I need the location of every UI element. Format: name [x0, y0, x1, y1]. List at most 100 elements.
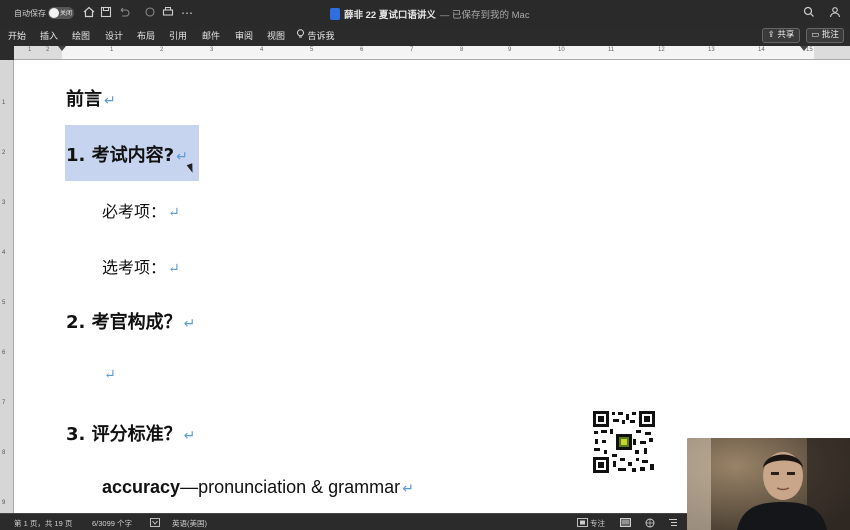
- horizontal-ruler[interactable]: 1 2 1 2 3 4 5 6 7 8 9 10 11 12 13 14 15: [14, 46, 850, 60]
- ruler-number: 3: [210, 47, 214, 53]
- ruler-number: 10: [558, 47, 565, 53]
- home-icon[interactable]: [82, 6, 96, 20]
- tab-mailings[interactable]: 邮件: [202, 29, 220, 42]
- paragraph-mark: ↵: [183, 316, 196, 332]
- required-item-text: 必考项：: [102, 202, 167, 221]
- word-doc-icon: [330, 8, 340, 20]
- vruler-number: 9: [2, 500, 6, 506]
- tab-view[interactable]: 视图: [267, 29, 285, 42]
- vruler-number: 2: [2, 150, 6, 156]
- document-title: 薛非 22 夏试口语讲义 — 已保存到我的 Mac: [330, 7, 530, 21]
- paragraph-mark: ↵: [104, 367, 116, 383]
- outline-view-icon[interactable]: [668, 518, 678, 529]
- title-bar: 自动保存 关闭 ⋯ 薛非 22 夏试口语讲义 — 已保存到我的 Mac: [0, 0, 850, 26]
- doc-name: 薛非 22 夏试口语讲义: [344, 10, 436, 21]
- section-3-text: 3. 评分标准？: [66, 424, 182, 445]
- tab-home[interactable]: 开始: [8, 29, 26, 42]
- vruler-number: 7: [2, 400, 6, 406]
- print-layout-icon[interactable]: [620, 518, 631, 529]
- first-line-indent-marker[interactable]: [58, 46, 66, 51]
- accuracy-term: accuracy: [102, 477, 181, 497]
- autosave-toggle[interactable]: 关闭: [48, 7, 74, 19]
- comment-label: 批注: [821, 30, 839, 40]
- section-2-heading[interactable]: 2. 考官构成？ ↵: [66, 308, 195, 334]
- section-2-text: 2. 考官构成？: [66, 312, 182, 333]
- focus-icon[interactable]: [577, 518, 588, 529]
- share-label: 共享: [777, 30, 795, 40]
- language-indicator[interactable]: 英语(美国): [172, 518, 207, 529]
- ruler-number: 2: [46, 47, 50, 53]
- share-icon: ⇪: [767, 30, 775, 40]
- more-icon[interactable]: ⋯: [180, 6, 194, 20]
- paragraph-mark: ↵: [176, 149, 188, 165]
- tab-review[interactable]: 审阅: [235, 29, 253, 42]
- section-1-text: 1. 考试内容?: [66, 145, 175, 166]
- doc-title[interactable]: 前言 ↵: [66, 85, 116, 111]
- ruler-number: 2: [160, 47, 164, 53]
- ruler-number: 6: [360, 47, 364, 53]
- lightbulb-icon: [296, 29, 308, 41]
- required-item[interactable]: 必考项： ↵: [102, 198, 180, 222]
- ribbon-tabs: 开始 插入 绘图 设计 布局 引用 邮件 审阅 视图 告诉我: [0, 26, 850, 46]
- page-info[interactable]: 第 1 页，共 19 页: [14, 518, 72, 529]
- vruler-number: 8: [2, 450, 6, 456]
- ruler-number: 9: [508, 47, 512, 53]
- paragraph-mark: ↵: [402, 480, 414, 496]
- vertical-ruler: 1 2 3 4 5 6 7 8 9: [0, 60, 14, 513]
- search-icon[interactable]: [802, 6, 816, 20]
- accuracy-line[interactable]: accuracy—pronunciation & grammar ↵: [102, 477, 414, 498]
- redo-icon[interactable]: [143, 6, 157, 20]
- tell-me[interactable]: 告诉我: [296, 29, 335, 42]
- ruler-number: 4: [260, 47, 264, 53]
- saved-status: — 已保存到我的 Mac: [439, 10, 530, 21]
- proofing-icon[interactable]: [150, 518, 160, 529]
- tab-references[interactable]: 引用: [169, 29, 187, 42]
- vruler-number: 1: [2, 100, 6, 106]
- paragraph-mark: ↵: [183, 428, 196, 444]
- ruler-number: 12: [658, 47, 665, 53]
- save-icon[interactable]: [99, 6, 113, 20]
- section-3-heading[interactable]: 3. 评分标准？ ↵: [66, 420, 195, 446]
- ruler-number: 5: [310, 47, 314, 53]
- ruler-number: 1: [110, 47, 114, 53]
- paragraph-mark: ↵: [168, 261, 180, 277]
- vruler-number: 3: [2, 200, 6, 206]
- accuracy-description: —pronunciation & grammar: [180, 477, 401, 497]
- ruler-number: 15: [806, 47, 813, 53]
- ruler-number: 13: [708, 47, 715, 53]
- comment-button[interactable]: ▭ 批注: [806, 28, 844, 43]
- section-1-heading[interactable]: 1. 考试内容? ↵: [66, 141, 188, 167]
- tab-draw[interactable]: 绘图: [72, 29, 90, 42]
- vruler-number: 5: [2, 300, 6, 306]
- account-icon[interactable]: [828, 6, 842, 20]
- tab-insert[interactable]: 插入: [40, 29, 58, 42]
- toggle-knob: [49, 8, 59, 18]
- autosave-label: 自动保存: [14, 9, 46, 18]
- doc-title-text: 前言: [66, 89, 102, 110]
- print-icon[interactable]: [161, 6, 175, 20]
- ruler-number: 8: [460, 47, 464, 53]
- ruler-number: 11: [608, 47, 615, 53]
- focus-mode-button[interactable]: 专注: [590, 518, 605, 529]
- empty-paragraph[interactable]: ↵: [102, 364, 116, 383]
- paragraph-mark: ↵: [104, 93, 116, 109]
- optional-item-text: 选考项：: [102, 258, 167, 277]
- vruler-number: 6: [2, 350, 6, 356]
- share-button[interactable]: ⇪ 共享: [762, 28, 800, 43]
- tell-me-label: 告诉我: [307, 31, 335, 41]
- word-count[interactable]: 6/3099 个字: [92, 518, 132, 529]
- autosave-state: 关闭: [60, 10, 73, 17]
- vruler-number: 4: [2, 250, 6, 256]
- ruler-active-area: [62, 46, 814, 59]
- ruler-number: 14: [758, 47, 765, 53]
- tab-layout[interactable]: 布局: [137, 29, 155, 42]
- paragraph-mark: ↵: [168, 205, 180, 221]
- tab-design[interactable]: 设计: [105, 29, 123, 42]
- webcam-video: [687, 438, 850, 530]
- web-layout-icon[interactable]: [645, 518, 655, 530]
- undo-icon[interactable]: [117, 6, 131, 20]
- ruler-number: 1: [28, 47, 32, 53]
- comment-icon: ▭: [811, 30, 820, 40]
- optional-item[interactable]: 选考项： ↵: [102, 254, 180, 278]
- ruler-number: 7: [410, 47, 414, 53]
